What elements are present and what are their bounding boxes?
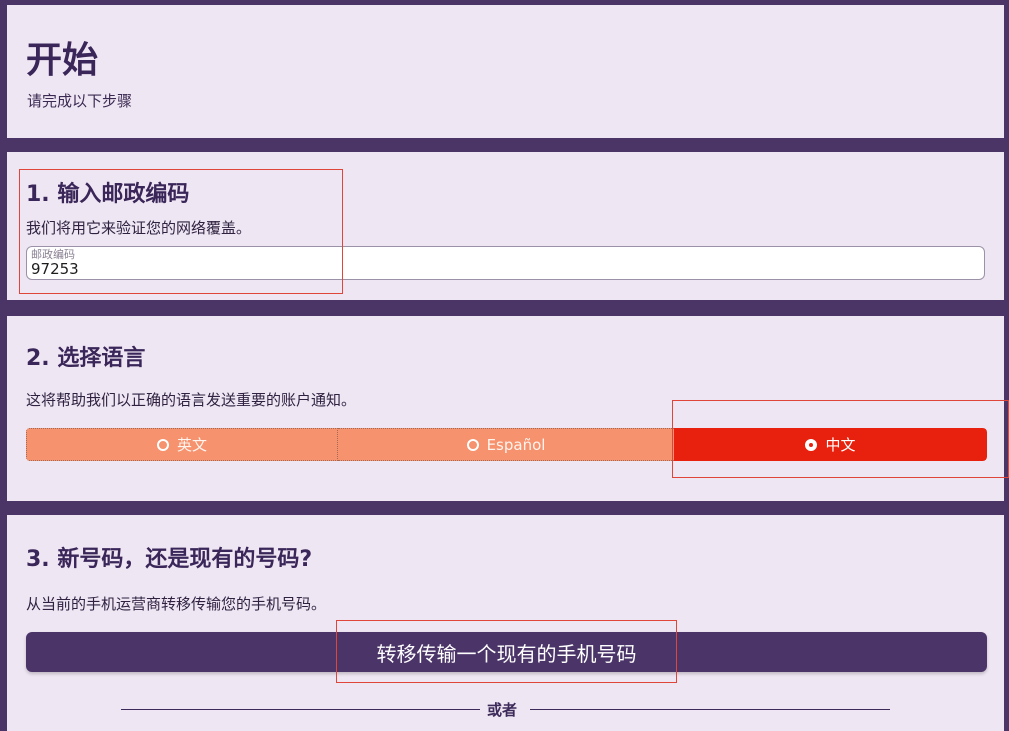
radio-unchecked-icon <box>466 438 479 451</box>
divider-left <box>121 709 480 710</box>
port-number-button[interactable]: 转移传输一个现有的手机号码 <box>26 632 987 672</box>
zip-step-title: 1. 输入邮政编码 <box>26 182 190 207</box>
language-option-label: Español <box>486 435 546 454</box>
zip-step-card: 1. 输入邮政编码 我们将用它来验证您的网络覆盖。 邮政编码 <box>7 152 1004 300</box>
language-option-spanish[interactable]: Español <box>338 428 674 461</box>
language-selector: 英文 Español 中文 <box>26 428 987 461</box>
radio-checked-icon <box>805 438 818 451</box>
intro-card: 开始 请完成以下步骤 <box>7 5 1004 138</box>
zip-input[interactable] <box>31 260 931 278</box>
divider-right <box>530 709 890 710</box>
or-separator: 或者 <box>487 701 518 719</box>
language-option-label: 中文 <box>825 436 856 454</box>
language-step-description: 这将帮助我们以正确的语言发送重要的账户通知。 <box>26 391 357 409</box>
language-option-english[interactable]: 英文 <box>26 428 338 461</box>
language-option-chinese[interactable]: 中文 <box>674 428 987 461</box>
number-step-description: 从当前的手机运营商转移传输您的手机号码。 <box>26 595 327 613</box>
zip-step-description: 我们将用它来验证您的网络覆盖。 <box>26 219 252 237</box>
number-step-title: 3. 新号码，还是现有的号码? <box>26 547 313 572</box>
language-step-card: 2. 选择语言 这将帮助我们以正确的语言发送重要的账户通知。 英文 Españo… <box>7 316 1004 501</box>
number-step-card: 3. 新号码，还是现有的号码? 从当前的手机运营商转移传输您的手机号码。 转移传… <box>7 515 1004 731</box>
zip-field[interactable]: 邮政编码 <box>26 246 985 280</box>
language-step-title: 2. 选择语言 <box>26 346 146 371</box>
language-option-label: 英文 <box>176 436 207 454</box>
page-title: 开始 <box>26 40 99 81</box>
page-subtitle: 请完成以下步骤 <box>27 92 133 110</box>
radio-unchecked-icon <box>156 438 169 451</box>
